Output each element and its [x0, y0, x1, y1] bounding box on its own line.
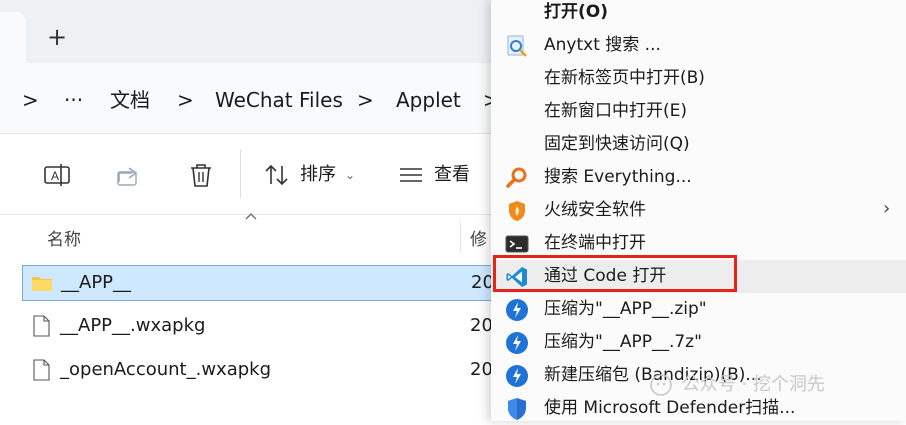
menu-item-label: 在新窗口中打开(E) [544, 101, 688, 121]
rename-icon[interactable]: A [42, 160, 72, 190]
folder-icon [32, 277, 52, 291]
breadcrumb-item-applet[interactable]: Applet [396, 85, 461, 115]
wechat-official-icon [650, 374, 672, 396]
menu-item-huorong[interactable]: 火绒安全软件 › [491, 194, 906, 227]
menu-item-open-new-window[interactable]: 在新窗口中打开(E) [491, 95, 906, 128]
menu-item-search-everything[interactable]: 搜索 Everything... [491, 161, 906, 194]
bandizip-icon [506, 332, 528, 354]
menu-item-label: 搜索 Everything... [544, 167, 692, 187]
menu-item-anytxt-search[interactable]: Anytxt 搜索 ... [491, 29, 906, 62]
file-icon [33, 359, 50, 381]
breadcrumb-chevron-icon[interactable]: > [22, 85, 39, 115]
breadcrumb-more[interactable]: ··· [64, 85, 83, 115]
huorong-icon [509, 201, 525, 221]
file-name: _openAccount_.wxapkg [60, 359, 271, 380]
toolbar-divider [240, 150, 241, 198]
context-menu: 打开(O) Anytxt 搜索 ... 在新标签页中打开(B) 在新窗口中打开(… [491, 0, 906, 421]
everything-search-icon [506, 167, 527, 188]
view-button[interactable]: 查看 [434, 160, 470, 190]
menu-item-open[interactable]: 打开(O) [491, 0, 906, 29]
menu-item-label: 压缩为"__APP__.zip" [544, 299, 707, 319]
svg-text:A: A [51, 169, 59, 183]
submenu-arrow-icon: › [883, 198, 891, 219]
menu-item-label: Anytxt 搜索 ... [544, 35, 661, 55]
bandizip-icon [506, 299, 528, 321]
menu-item-pin-quick-access[interactable]: 固定到快速访问(Q) [491, 128, 906, 161]
breadcrumb-item-wechat-files[interactable]: WeChat Files [215, 85, 343, 115]
sort-icon[interactable] [262, 160, 292, 190]
watermark: 公众号 · 挖个洞先 [650, 370, 825, 400]
new-tab-button[interactable]: + [42, 22, 72, 52]
sort-ascending-icon [245, 213, 257, 220]
menu-item-label: 固定到快速访问(Q) [544, 134, 690, 154]
file-name: __APP__ [61, 272, 132, 293]
highlight-annotation-box [493, 255, 737, 292]
sort-dropdown-chevron-icon[interactable]: ⌄ [345, 160, 355, 190]
watermark-text: 公众号 · 挖个洞先 [681, 374, 825, 395]
menu-item-open-new-tab[interactable]: 在新标签页中打开(B) [491, 62, 906, 95]
menu-item-label: 在新标签页中打开(B) [544, 68, 705, 88]
breadcrumb-separator: > [357, 88, 374, 112]
menu-item-label: 打开(O) [544, 2, 608, 22]
sort-button[interactable]: 排序 [300, 160, 336, 190]
terminal-icon [505, 235, 529, 253]
file-date: 20 [470, 359, 493, 380]
file-name: __APP__.wxapkg [60, 315, 206, 336]
breadcrumb-item-documents[interactable]: 文档 [110, 85, 150, 115]
share-icon[interactable] [114, 160, 144, 190]
menu-item-label: 压缩为"__APP__.7z" [544, 332, 702, 352]
defender-icon [508, 398, 526, 420]
bandizip-icon [506, 365, 528, 387]
anytxt-icon [507, 35, 527, 57]
menu-item-label: 在终端中打开 [544, 233, 646, 253]
active-tab[interactable] [0, 12, 26, 63]
file-icon [33, 315, 50, 337]
delete-icon[interactable] [186, 160, 216, 190]
view-icon[interactable] [396, 160, 426, 190]
column-divider[interactable] [460, 221, 461, 253]
file-date: 20 [470, 315, 493, 336]
menu-item-label: 火绒安全软件 [544, 200, 646, 220]
column-date-header[interactable]: 修 [470, 225, 487, 250]
menu-item-compress-7z[interactable]: 压缩为"__APP__.7z" [491, 326, 906, 359]
breadcrumb-separator: > [177, 88, 194, 112]
menu-item-compress-zip[interactable]: 压缩为"__APP__.zip" [491, 293, 906, 326]
column-name-header[interactable]: 名称 [47, 225, 81, 250]
